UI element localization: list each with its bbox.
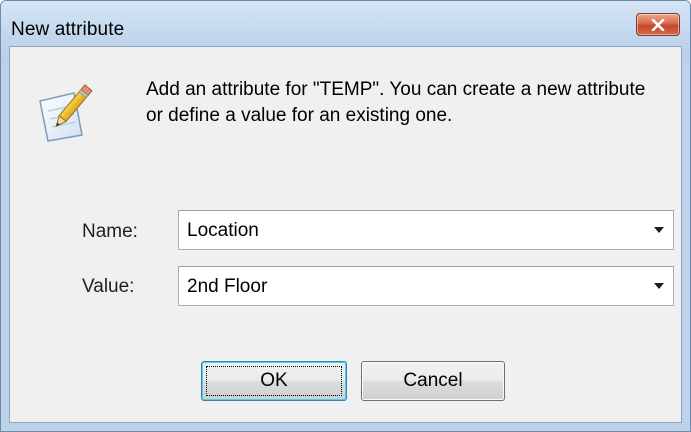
pencil-notepad-icon [39, 84, 93, 142]
cancel-button[interactable]: Cancel [361, 361, 505, 401]
name-value: Location [187, 220, 259, 241]
focus-rectangle [206, 366, 342, 396]
dialog-window: New attribute Add an attribute for "TEMP… [0, 0, 691, 432]
chevron-down-icon [654, 227, 664, 233]
value-combobox[interactable]: 2nd Floor [178, 266, 674, 306]
value-label: Value: [82, 276, 135, 297]
dialog-client-area: Add an attribute for "TEMP". You can cre… [9, 46, 682, 423]
close-button[interactable] [636, 13, 680, 36]
window-title: New attribute [11, 19, 125, 40]
chevron-down-icon [654, 283, 664, 289]
close-icon [651, 18, 665, 31]
value-dropdown-button[interactable] [645, 267, 673, 305]
ok-button[interactable]: OK [201, 361, 347, 401]
cancel-button-label: Cancel [403, 370, 463, 391]
dialog-message: Add an attribute for "TEMP". You can cre… [146, 79, 646, 126]
value-value: 2nd Floor [187, 276, 268, 297]
name-label: Name: [82, 221, 138, 242]
name-dropdown-button[interactable] [645, 211, 673, 249]
name-combobox[interactable]: Location [178, 210, 674, 250]
